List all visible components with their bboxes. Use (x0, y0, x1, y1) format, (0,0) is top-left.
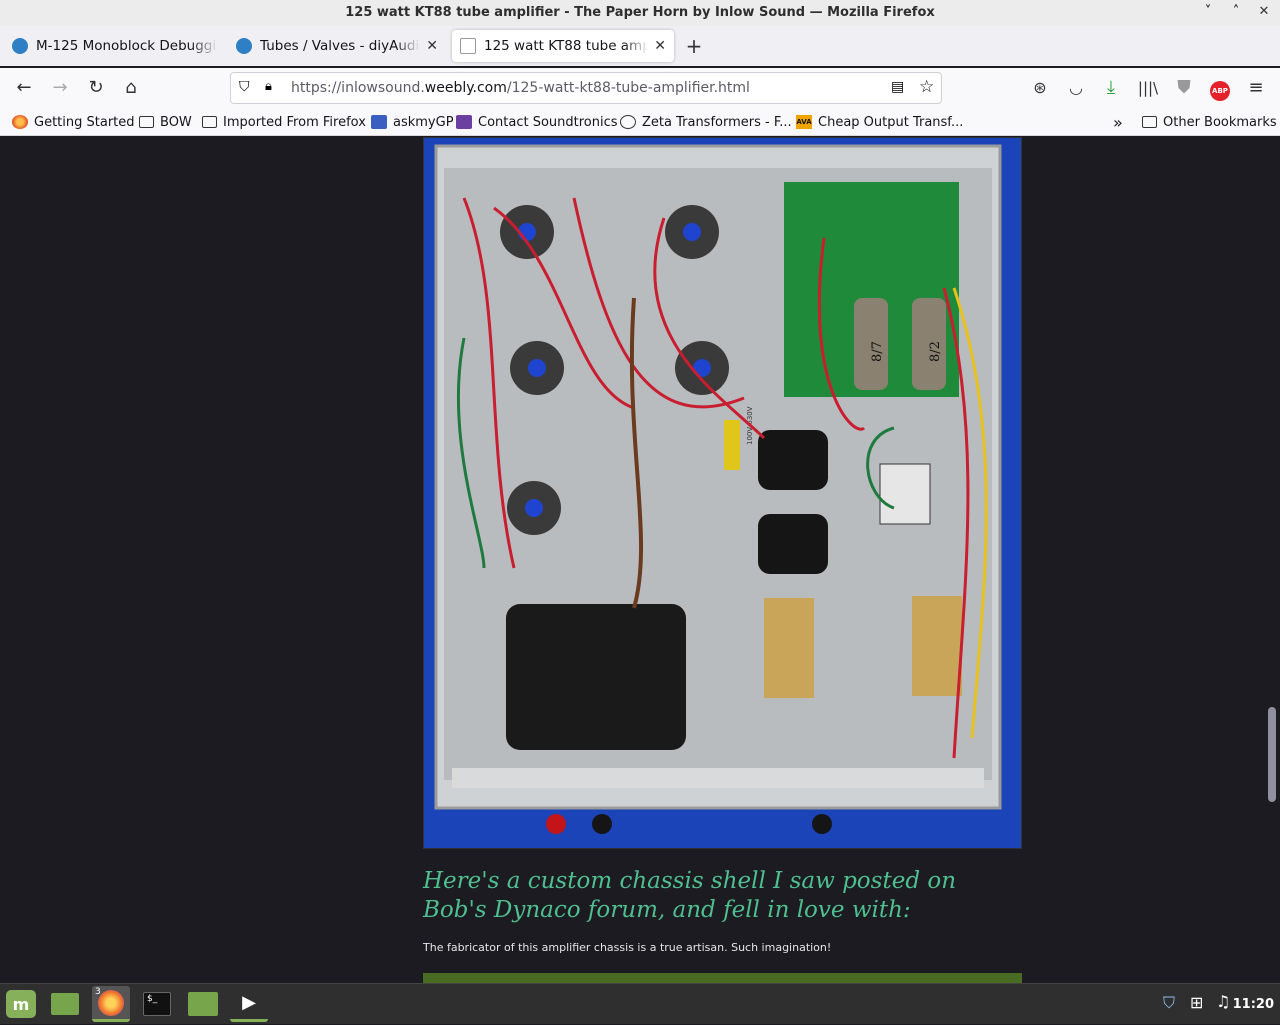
window-title: 125 watt KT88 tube amplifier - The Paper… (345, 5, 935, 20)
other-bookmarks[interactable]: Other Bookmarks (1142, 113, 1277, 131)
firefox-icon (98, 989, 124, 1016)
page-favicon-icon (460, 38, 476, 54)
tab-label: Tubes / Valves - diyAudio (260, 38, 421, 54)
url-bar[interactable]: ⛉ 🔒︎ https://inlowsound.weebly.com/125-w… (230, 72, 942, 104)
soundtronics-icon (456, 115, 472, 129)
tab-kt88-amplifier[interactable]: 125 watt KT88 tube amplifi ✕ (452, 30, 674, 62)
tab-label: M-125 Monoblock Debuggi (36, 38, 217, 54)
clock[interactable]: 11:20 (1233, 984, 1274, 1025)
media-player-icon[interactable]: ▶ (230, 986, 268, 1022)
page-content: 8/7 8/2 100V 630V Here's a custom chassi… (0, 137, 1280, 985)
forward-icon[interactable]: → (46, 74, 74, 102)
diyaudio-favicon-icon (12, 38, 28, 54)
maximize-icon[interactable]: ˄ (1224, 0, 1248, 26)
download-icon[interactable]: ⤓ (1097, 74, 1125, 102)
navigation-toolbar: ← → ↻ ⌂ ⛉ 🔒︎ https://inlowsound.weebly.c… (0, 68, 1280, 108)
firefox-taskbar-button[interactable]: 3 (92, 986, 130, 1022)
window-count-badge: 3 (95, 987, 101, 997)
capacitor-label-1: 8/7 (870, 341, 885, 362)
reload-icon[interactable]: ↻ (82, 74, 110, 102)
update-manager-icon[interactable]: ⛉ (1163, 993, 1175, 1013)
page-scrollbar[interactable] (1268, 707, 1276, 802)
back-icon[interactable]: ← (10, 74, 38, 102)
desktop-taskbar: m 3 $_ ▶ ⛉ ⊞ ♫ 11:20 (0, 983, 1280, 1024)
tab-label: 125 watt KT88 tube amplifi (484, 38, 649, 54)
amplifier-chassis-photo: 8/7 8/2 100V 630V (423, 137, 1022, 849)
bookmarks-toolbar: Getting Started BOW Imported From Firefo… (0, 108, 1280, 136)
section-heading: Here's a custom chassis shell I saw post… (423, 868, 957, 923)
diyaudio-favicon-icon (236, 38, 252, 54)
files-icon[interactable] (184, 986, 222, 1022)
window-titlebar: 125 watt KT88 tube amplifier - The Paper… (0, 0, 1280, 26)
capacitor-label-2: 8/2 (928, 341, 943, 362)
folder-icon (139, 116, 154, 128)
tab-tubes-valves[interactable]: Tubes / Valves - diyAudio ✕ (228, 30, 446, 62)
abp-icon[interactable]: ABP (1206, 74, 1234, 102)
tab-m125[interactable]: M-125 Monoblock Debuggi (4, 30, 226, 62)
shield-icon[interactable]: ⛉ (239, 79, 250, 95)
bookmark-askmygp[interactable]: askmyGP (371, 113, 454, 131)
pocket-icon[interactable]: ◡ (1062, 74, 1090, 102)
bookmark-cheap-output[interactable]: AVA Cheap Output Transf... (796, 113, 963, 131)
menu-icon[interactable]: ≡ (1242, 74, 1270, 102)
askmygp-icon (371, 115, 387, 129)
mint-menu-icon[interactable]: m (2, 986, 40, 1022)
bookmark-bow[interactable]: BOW (139, 113, 192, 131)
lock-icon[interactable]: 🔒︎ (265, 79, 272, 94)
close-window-icon[interactable]: ✕ (1252, 0, 1276, 26)
show-desktop-icon[interactable] (46, 986, 84, 1022)
privacy-badger-icon[interactable]: ⛊ (1170, 74, 1198, 102)
folder-icon (202, 116, 217, 128)
star-icon[interactable]: ☆ (919, 77, 934, 97)
bookmark-soundtronics[interactable]: Contact Soundtronics (456, 113, 618, 131)
bookmark-getting-started[interactable]: Getting Started (12, 113, 135, 131)
bookmark-imported[interactable]: Imported From Firefox (202, 113, 366, 131)
firefox-icon (12, 115, 28, 129)
extension-icon[interactable]: ⊛ (1026, 74, 1054, 102)
bookmarks-overflow-button[interactable]: » (1113, 113, 1123, 132)
close-tab-icon[interactable]: ✕ (654, 38, 666, 54)
terminal-icon[interactable]: $_ (138, 986, 176, 1022)
tab-bar: M-125 Monoblock Debuggi Tubes / Valves -… (0, 26, 1280, 66)
sound-icon[interactable]: ♫ (1216, 992, 1230, 1011)
minimize-icon[interactable]: ˅ (1196, 0, 1220, 26)
folder-icon (1142, 116, 1157, 128)
section-paragraph: The fabricator of this amplifier chassis… (423, 941, 832, 954)
reader-icon[interactable]: ▤ (891, 79, 904, 95)
network-icon[interactable]: ⊞ (1190, 993, 1203, 1012)
home-icon[interactable]: ⌂ (117, 74, 145, 102)
bookmark-zeta[interactable]: Zeta Transformers - F... (620, 113, 792, 131)
close-tab-icon[interactable]: ✕ (426, 38, 438, 54)
globe-icon (620, 115, 636, 129)
library-icon[interactable]: |||\ (1134, 74, 1162, 102)
new-tab-button[interactable]: + (680, 32, 708, 60)
url-text[interactable]: https://inlowsound.weebly.com/125-watt-k… (291, 73, 750, 103)
